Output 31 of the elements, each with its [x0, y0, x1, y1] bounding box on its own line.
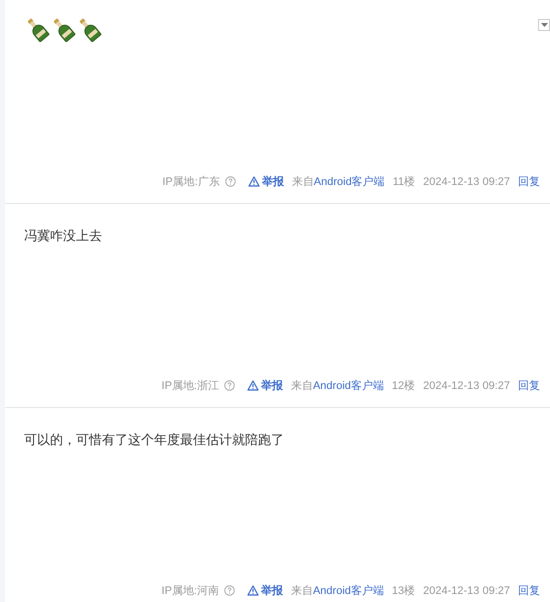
ip-location: IP属地:浙江 [162, 378, 219, 394]
source-label: 来自Android客户端 [290, 378, 384, 394]
floor-number: 11楼 [392, 174, 416, 190]
reply-link[interactable]: 回复 [518, 174, 540, 190]
post-time: 2024-12-13 09:27 [423, 584, 510, 598]
caret-icon [540, 23, 548, 27]
report-link[interactable]: 举报 [246, 378, 283, 394]
ip-location: IP属地:广东 [162, 174, 220, 190]
client-link[interactable]: Android客户端 [314, 176, 385, 188]
post-time: 2024-12-13 09:27 [423, 174, 510, 190]
floor-number: 12楼 [392, 378, 416, 394]
reply-link[interactable]: 回复 [518, 582, 540, 599]
source-label: 来自Android客户端 [290, 584, 384, 598]
post-time: 2024-12-13 09:27 [423, 378, 510, 394]
client-link[interactable]: Android客户端 [312, 380, 384, 392]
help-icon[interactable] [224, 585, 235, 596]
help-icon[interactable] [224, 176, 236, 188]
post-content: 冯冀咋没上去 [24, 228, 102, 243]
report-link[interactable]: 举报 [248, 174, 284, 190]
reply-link[interactable]: 回复 [518, 378, 540, 394]
client-link[interactable]: Android客户端 [312, 584, 384, 596]
source-label: 来自Android客户端 [292, 174, 385, 190]
dropdown-button[interactable] [538, 19, 550, 31]
warning-icon [246, 585, 259, 596]
warning-icon [246, 380, 259, 392]
post-content: 可以的，可惜有了这个年度最佳估计就陪跑了 [24, 432, 284, 447]
warning-icon [248, 176, 260, 188]
floor-number: 13楼 [392, 584, 416, 598]
report-link[interactable]: 举报 [246, 582, 283, 599]
ip-location: IP属地:河南 [162, 584, 219, 598]
help-icon[interactable] [224, 380, 235, 392]
